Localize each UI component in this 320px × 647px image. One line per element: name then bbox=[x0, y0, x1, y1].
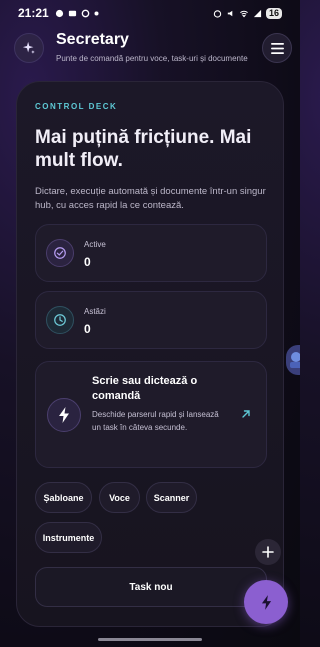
wifi-icon bbox=[240, 10, 248, 17]
hamburger-icon bbox=[270, 42, 284, 54]
quick-action-fab[interactable] bbox=[244, 580, 288, 624]
message-icon bbox=[68, 10, 76, 16]
status-bar: 21:21 16 bbox=[0, 0, 300, 26]
chip-tools[interactable]: Instrumente bbox=[35, 522, 102, 553]
stat-value: 0 bbox=[84, 255, 91, 269]
notification-icons bbox=[55, 9, 99, 18]
chip-voice[interactable]: Voce bbox=[99, 482, 140, 513]
mute-icon bbox=[227, 10, 233, 16]
clock-icon bbox=[54, 314, 66, 326]
home-indicator[interactable] bbox=[98, 638, 202, 641]
quick-icon-wrap bbox=[47, 398, 81, 432]
add-button[interactable] bbox=[255, 539, 281, 565]
stat-label: Astăzi bbox=[84, 307, 106, 316]
battery-indicator: 16 bbox=[265, 7, 282, 19]
app-title: Secretary bbox=[56, 31, 129, 48]
menu-button[interactable] bbox=[262, 33, 292, 63]
quick-command-card[interactable]: Scrie sau dictează o comandă Deschide pa… bbox=[35, 361, 267, 468]
section-eyebrow: CONTROL DECK bbox=[35, 102, 118, 111]
chat-icon bbox=[55, 9, 63, 17]
floating-assistant-bubble[interactable] bbox=[286, 345, 300, 375]
plus-icon bbox=[262, 546, 274, 558]
quick-title: Scrie sau dictează o comandă bbox=[92, 375, 198, 402]
new-task-button[interactable]: Task nou bbox=[35, 567, 267, 607]
quick-description: Deschide parserul rapid și lansează un t… bbox=[92, 410, 219, 432]
assistant-icon bbox=[290, 352, 300, 368]
stat-label: Active bbox=[84, 240, 106, 249]
app-subtitle: Punte de comandă pentru voce, task-uri ș… bbox=[56, 54, 248, 63]
system-icons: 16 bbox=[213, 7, 282, 19]
stat-value: 0 bbox=[84, 322, 91, 336]
dot-icon bbox=[94, 11, 99, 15]
stat-icon-wrap bbox=[46, 306, 74, 334]
stat-card-active[interactable]: Active 0 bbox=[35, 224, 267, 282]
signal-icon bbox=[253, 9, 262, 17]
alarm-icon bbox=[213, 9, 222, 18]
chip-templates[interactable]: Șabloane bbox=[35, 482, 92, 513]
arrow-up-right-icon bbox=[242, 410, 250, 418]
status-time: 21:21 bbox=[18, 6, 49, 20]
settings-icon bbox=[81, 9, 90, 17]
headline-description: Dictare, execuție automată și documente … bbox=[35, 186, 266, 211]
lightning-icon bbox=[261, 594, 271, 610]
stat-icon-wrap bbox=[46, 239, 74, 267]
lightning-icon bbox=[59, 407, 69, 423]
stat-card-today[interactable]: Astăzi 0 bbox=[35, 291, 267, 349]
app-logo bbox=[14, 33, 44, 63]
sparkle-icon bbox=[22, 41, 35, 54]
control-deck-card: CONTROL DECK Mai puțină fricțiune. Mai m… bbox=[16, 81, 284, 627]
check-circle-icon bbox=[54, 247, 66, 259]
app-header: Secretary Punte de comandă pentru voce, … bbox=[14, 31, 294, 65]
headline: Mai puțină fricțiune. Mai mult flow. bbox=[35, 127, 252, 171]
chip-scanner[interactable]: Scanner bbox=[146, 482, 197, 513]
